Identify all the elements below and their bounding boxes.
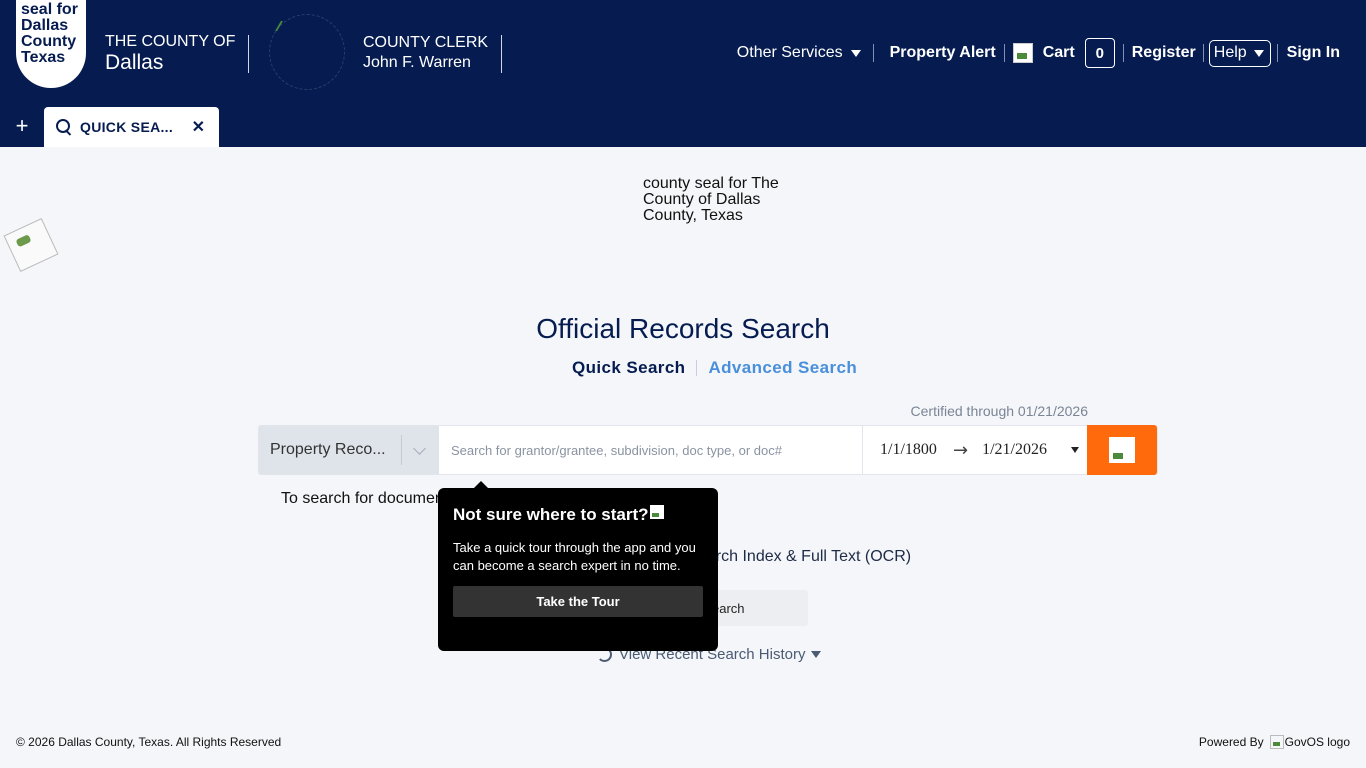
cart-label: Cart xyxy=(1042,44,1075,61)
county-prefix: THE COUNTY OF xyxy=(105,33,236,50)
caret-down-icon xyxy=(811,651,822,658)
date-range-picker[interactable]: 1/1/1800 → 1/21/2026 xyxy=(863,426,1087,474)
help-menu-button[interactable]: Help xyxy=(1208,39,1271,67)
search-hint-text: To search for documer xyxy=(281,490,441,507)
tab-quick-search-mode[interactable]: Quick Search xyxy=(572,358,685,378)
county-seal-logo[interactable]: seal for Dallas County Texas xyxy=(16,0,86,88)
select-divider xyxy=(401,435,402,465)
tour-body: Take a quick tour through the app and yo… xyxy=(453,540,696,573)
powered-by[interactable]: Powered By GovOS logo xyxy=(1199,735,1350,749)
broken-image-icon xyxy=(275,21,291,31)
tour-title-row: Not sure where to start? xyxy=(453,505,703,525)
clerk-name: John F. Warren xyxy=(363,54,471,71)
caret-down-icon xyxy=(850,49,861,57)
clerk-logo xyxy=(269,14,345,90)
broken-image-icon xyxy=(1269,735,1284,749)
date-to[interactable]: 1/21/2026 xyxy=(982,441,1072,459)
top-nav: Other Services Property Alert Cart 0 Reg… xyxy=(737,36,1340,70)
broken-image-icon xyxy=(649,505,664,519)
take-tour-button[interactable]: Take the Tour xyxy=(453,586,703,617)
clerk-title: COUNTY CLERK xyxy=(363,34,489,51)
close-tab-icon[interactable]: ✕ xyxy=(192,117,205,137)
tab-quick-search[interactable]: QUICK SEA... ✕ xyxy=(44,107,219,147)
chevron-down-icon xyxy=(413,441,426,455)
clerk-brand: COUNTY CLERK John F. Warren xyxy=(363,34,488,74)
cart-button[interactable]: Cart 0 xyxy=(1012,38,1115,68)
powered-by-label: Powered By xyxy=(1198,735,1264,749)
search-input[interactable] xyxy=(439,426,863,474)
search-bar: Property Reco... 1/1/1800 → 1/21/2026 xyxy=(258,425,1158,475)
property-alert-link[interactable]: Property Alert xyxy=(890,44,996,62)
nav-divider xyxy=(1122,44,1124,62)
search-button[interactable] xyxy=(1087,425,1157,475)
other-services-label: Other Services xyxy=(736,44,843,61)
caret-down-icon xyxy=(1253,49,1264,57)
nav-divider xyxy=(1003,44,1005,62)
page-title: Official Records Search xyxy=(536,313,830,344)
county-seal-image: county seal for The County of Dallas Cou… xyxy=(643,175,779,224)
register-link[interactable]: Register xyxy=(1132,44,1196,62)
arrow-right-icon: → xyxy=(953,439,969,461)
copyright-text: © 2026 Dallas County, Texas. All Rights … xyxy=(16,735,282,749)
tour-popover: Not sure where to start? Take a quick to… xyxy=(438,481,718,651)
date-from[interactable]: 1/1/1800 xyxy=(863,441,953,459)
govos-logo: GovOS logo xyxy=(1284,735,1350,749)
header-divider xyxy=(248,35,249,73)
search-index-option[interactable]: earch Index & Full Text (OCR) xyxy=(698,548,911,566)
department-selected-value: Property Reco... xyxy=(270,441,386,458)
cart-count-badge: 0 xyxy=(1084,38,1115,68)
county-brand[interactable]: THE COUNTY OF Dallas xyxy=(105,33,235,75)
broken-image-icon xyxy=(3,217,59,273)
site-header: seal for Dallas County Texas THE COUNTY … xyxy=(0,0,1366,147)
search-icon xyxy=(56,119,72,135)
other-services-menu[interactable]: Other Services xyxy=(737,44,861,62)
nav-divider xyxy=(1202,44,1204,62)
county-name: Dallas xyxy=(105,51,164,74)
certified-date: Certified through 01/21/2026 xyxy=(910,403,1088,419)
search-button-icon xyxy=(1109,437,1135,463)
caret-down-icon[interactable] xyxy=(1071,447,1080,453)
tab-advanced-search-mode[interactable]: Advanced Search xyxy=(708,358,857,378)
department-select[interactable]: Property Reco... xyxy=(259,426,439,474)
tour-title: Not sure where to start? xyxy=(453,505,649,524)
add-tab-button[interactable]: + xyxy=(12,115,32,137)
sign-in-link[interactable]: Sign In xyxy=(1287,44,1340,62)
header-divider xyxy=(501,35,502,73)
nav-divider xyxy=(872,44,874,62)
seal-alt-text: seal for Dallas County Texas xyxy=(21,1,78,66)
tab-label: QUICK SEA... xyxy=(80,119,174,135)
nav-divider xyxy=(1276,44,1278,62)
search-mode-nav: Quick Search Advanced Search xyxy=(572,358,857,378)
cart-icon xyxy=(1012,43,1033,63)
help-label: Help xyxy=(1213,44,1247,61)
search-mode-divider xyxy=(696,360,698,376)
